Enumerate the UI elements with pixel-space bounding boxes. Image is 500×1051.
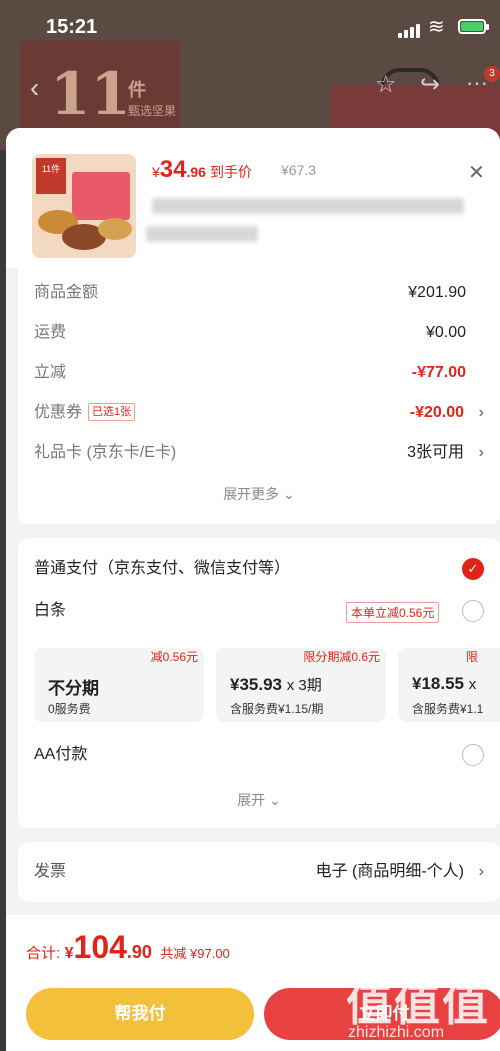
row-gift-card[interactable]: 礼品卡 (京东卡/E卡) 3张可用 › xyxy=(34,438,484,468)
product-header: 11件 ¥34.96 到手价 ¥67.3 ✕ xyxy=(6,128,500,268)
expand-more-button[interactable]: 展开更多 ⌄ xyxy=(18,484,500,504)
row-instant-discount: 立减 -¥77.00 xyxy=(34,364,466,381)
coupon-selected-tag: 已选1张 xyxy=(88,403,136,421)
status-bar: 15:21 ≋ xyxy=(0,0,500,50)
back-icon[interactable]: ‹ xyxy=(30,72,39,104)
final-price: ¥34.96 到手价 xyxy=(152,156,252,183)
product-title-blurred-2 xyxy=(146,226,258,242)
invoice-row[interactable]: 发票 电子 (商品明细-个人) › xyxy=(34,857,484,887)
status-time: 15:21 xyxy=(46,16,98,38)
price-summary-card: 商品金额 ¥201.90 运费 ¥0.00 立减 -¥77.00 优惠券 已选1张 -¥… xyxy=(18,268,500,524)
price-label: 到手价 xyxy=(209,164,252,180)
total-amount: 合计: ¥104.90 共减 ¥97.00 xyxy=(26,929,230,965)
star-icon[interactable]: ☆ xyxy=(375,70,397,99)
battery-icon xyxy=(458,19,489,34)
row-shipping: 运费 ¥0.00 xyxy=(34,324,466,341)
original-price: ¥67.3 xyxy=(281,162,317,178)
watermark: 值值值 zhizhizhi.com xyxy=(346,978,490,1041)
payment-normal-option[interactable]: 普通支付（京东支付、微信支付等） xyxy=(34,554,484,584)
wifi-icon: ≋ xyxy=(428,16,445,38)
cart-badge: 3 xyxy=(484,66,500,82)
installment-option-1[interactable]: 减0.56元 不分期 0服务费 xyxy=(34,648,204,722)
chevron-right-icon: › xyxy=(478,863,484,880)
installment-option-2[interactable]: 限分期减0.6元 ¥35.93 x 3期 含服务费¥1.15/期 xyxy=(216,648,386,722)
payment-expand-button[interactable]: 展开 ⌄ xyxy=(18,790,500,810)
chevron-right-icon: › xyxy=(478,444,484,461)
total-saving: 共减 ¥97.00 xyxy=(160,946,230,961)
chevron-right-icon: › xyxy=(478,404,484,421)
invoice-card[interactable]: 发票 电子 (商品明细-个人) › xyxy=(18,842,500,902)
payment-method-card: 普通支付（京东支付、微信支付等） ✓ 白条 本单立减0.56元 减0.56元 不… xyxy=(18,538,500,828)
checkout-sheet: 11件 ¥34.96 到手价 ¥67.3 ✕ 商品金额 ¥201.90 运费 ¥0.0… xyxy=(6,128,500,1051)
normal-pay-radio-checked[interactable]: ✓ xyxy=(462,558,484,580)
baitiao-promo-tag: 本单立减0.56元 xyxy=(346,602,440,623)
poster-number: 11 xyxy=(50,60,131,128)
payment-aa-option[interactable]: AA付款 xyxy=(34,740,484,770)
help-me-pay-button[interactable]: 帮我付 xyxy=(26,988,254,1040)
thumb-tag: 11件 xyxy=(36,158,66,194)
product-title-blurred xyxy=(152,198,464,214)
product-thumbnail: 11件 xyxy=(32,154,136,258)
row-coupon[interactable]: 优惠券 已选1张 -¥20.00 › xyxy=(34,398,484,428)
baitiao-radio[interactable] xyxy=(462,600,484,622)
poster-unit: 件 xyxy=(128,80,146,100)
aa-radio[interactable] xyxy=(462,744,484,766)
signal-icon xyxy=(398,20,422,38)
installment-option-3[interactable]: 限 ¥18.55 x 含服务费¥1.1 xyxy=(398,648,500,722)
share-icon[interactable]: ↪ xyxy=(420,70,440,99)
close-icon[interactable]: ✕ xyxy=(468,160,485,185)
poster-subtitle: 甄选坚果 xyxy=(128,104,177,118)
row-goods-amount: 商品金额 ¥201.90 xyxy=(34,284,466,301)
